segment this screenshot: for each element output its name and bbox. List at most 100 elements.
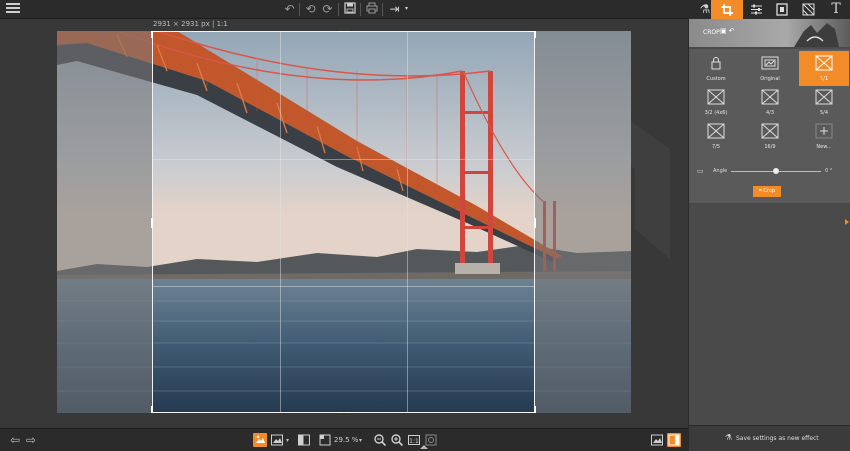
crop-icon: ⌗ [758,188,762,194]
zoom-in-icon[interactable] [390,433,404,447]
bottom-toolbar: ⇦ ⇨ ▾ 29.5 % ▾ 1:1 [0,428,688,451]
flask-icon: ⚗ [725,433,733,442]
angle-icon: ▭ [697,168,704,175]
crop-shade-right [535,31,631,413]
ratio-icon [815,89,833,105]
angle-value: 0 ° [825,168,833,174]
panel-collapse-arrow-icon[interactable] [845,219,849,225]
crop-preset[interactable]: New... [799,119,849,154]
crop-preset[interactable]: 7/5 [691,119,741,154]
toolbar-divider [382,3,383,16]
toolbar-divider [338,3,339,16]
compare-view-icon[interactable] [270,433,284,447]
tab-texture-icon[interactable] [795,0,821,19]
crop-title-icons: ▣ ↶ [720,27,734,35]
crop-presets: Custom Original 1/1 3/2 (4x6) 4/3 5/4 7/5 16/9 N… [689,49,850,153]
top-toolbar: ↶ ⟲ ⟳ ⇥ ▾ [0,0,688,19]
crop-header: CROP ▣ ↶ [689,19,850,47]
chevron-down-icon[interactable]: ▾ [286,437,289,444]
crop-preset-label: 7/5 [711,144,721,150]
crop-button[interactable]: ⌗ Crop [753,186,781,197]
crop-box[interactable] [151,31,536,413]
reset-icon[interactable]: ↶ [729,28,735,35]
crop-grid-line [407,32,408,412]
image-info-icon[interactable] [650,433,664,447]
image-dimensions-label: 2931 × 2931 px | 1:1 [153,20,228,28]
menu-icon[interactable] [6,3,20,15]
crop-preset-label: Original [760,76,780,82]
crop-preset[interactable]: 5/4 [799,85,849,120]
zoom-out-icon[interactable] [373,433,387,447]
toolbar-divider [299,3,300,16]
save-preset-icon[interactable]: ▣ [720,28,727,35]
crop-grid-line [280,32,281,412]
save-effect-button[interactable]: ⚗ Save settings as new effect [689,425,850,451]
crop-preset[interactable]: Custom [691,51,741,86]
svg-text:1:1: 1:1 [409,438,419,445]
crop-handle-bottom-right[interactable] [528,406,536,413]
toggle-panel-icon[interactable] [667,433,681,447]
crop-preset-label: 4/3 [765,110,775,116]
chevron-down-icon[interactable]: ▾ [399,2,414,16]
undo-icon[interactable]: ⟲ [303,2,318,16]
split-view-icon[interactable] [297,433,311,447]
lock-icon [707,55,725,71]
zoom-level-value[interactable]: 29.5 % [334,436,358,444]
crop-preset-label: 5/4 [819,110,829,116]
crop-preset[interactable]: 4/3 [745,85,795,120]
crop-handle-top[interactable] [339,31,349,32]
crop-preset-label: New... [816,144,832,150]
crop-preset-label: 3/2 (4x6) [704,110,728,116]
next-image-icon[interactable]: ⇨ [24,433,38,447]
photo [57,31,631,413]
crop-handle-right[interactable] [534,218,536,228]
actual-size-icon[interactable]: 1:1 [407,433,421,447]
tab-crop-icon[interactable] [711,0,743,19]
crop-preset[interactable]: 16/9 [745,119,795,154]
save-icon[interactable] [342,2,357,16]
crop-grid-line [153,286,534,287]
tab-text-icon[interactable]: T [821,0,850,19]
expand-filmstrip-icon[interactable] [420,445,428,449]
panel-tabs: ⚗ T [689,0,850,19]
redo-icon[interactable]: ⟳ [320,2,335,16]
photo-editor-window: ↶ ⟲ ⟳ ⇥ ▾ 2931 × 2931 px | 1:1 ⇦ ⇨ ▾ 29.… [0,0,850,451]
crop-handle-top-left[interactable] [151,31,159,38]
previous-image-icon[interactable]: ⇦ [8,433,22,447]
crop-handle-top-right[interactable] [528,31,536,38]
tab-frame-icon[interactable] [769,0,795,19]
crop-preset-label: 16/9 [764,144,776,150]
ratio-icon [761,123,779,139]
crop-preset[interactable]: Original [745,51,795,86]
crop-grid-line [153,159,534,160]
crop-handle-bottom-left[interactable] [151,406,159,413]
crop-preset-label: Custom [706,76,726,82]
zoom-fit-icon[interactable] [318,433,332,447]
crop-preset[interactable]: 1/1 [799,51,849,86]
image-icon [761,55,779,71]
crop-handle-bottom[interactable] [339,412,349,413]
ratio-icon [815,55,833,71]
save-effect-label: Save settings as new effect [736,435,819,442]
undo-all-icon[interactable]: ↶ [282,2,297,16]
crop-handle-left[interactable] [151,218,153,228]
plus-icon [815,123,833,139]
toolbar-divider [360,3,361,16]
crop-title: CROP [703,29,720,36]
crop-shade-left [57,31,152,413]
angle-slider-thumb[interactable] [773,168,779,174]
panel-empty-area [689,203,850,425]
image-canvas: 2931 × 2931 px | 1:1 [0,19,688,428]
before-after-icon[interactable] [253,433,267,447]
tab-adjust-icon[interactable] [743,0,769,19]
angle-label: Angle [713,168,728,174]
angle-control: ▭ Angle 0 ° ⌗ Crop [689,153,850,203]
print-icon[interactable] [364,2,379,16]
crop-button-label: Crop [763,188,776,194]
ratio-icon [707,89,725,105]
crop-preset[interactable]: 3/2 (4x6) [691,85,741,120]
chevron-down-icon[interactable]: ▾ [359,437,362,444]
angle-slider[interactable] [731,168,821,174]
right-panel: ⚗ T CROP ▣ ↶ Custom Original 1/1 3/2 (4x… [688,0,850,451]
crop-preset-label: 1/1 [819,76,829,82]
